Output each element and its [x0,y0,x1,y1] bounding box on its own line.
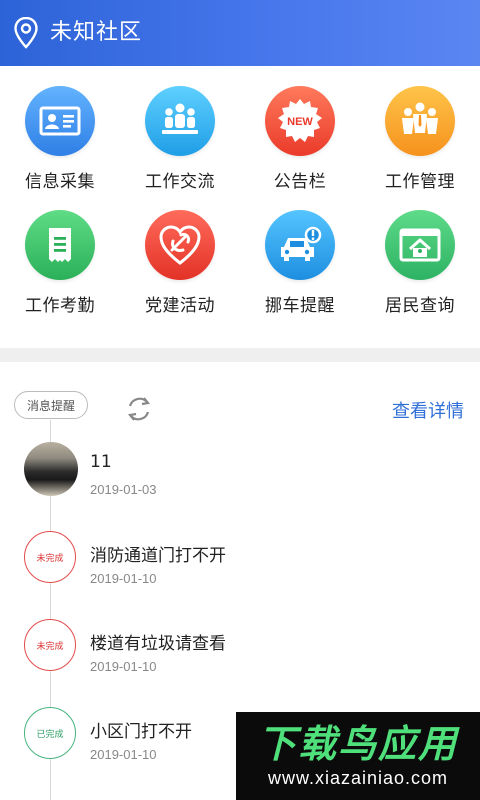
watermark-url: www.xiazainiao.com [267,768,449,788]
location-pin-icon[interactable] [14,17,38,49]
status-stamp: 已完成 [24,707,76,759]
watermark-brand: 下载鸟应用 [257,722,458,766]
message-title: 11 [90,452,112,472]
grid-item-label: 工作交流 [145,172,215,192]
party-emblem-icon [145,210,215,280]
message-thumbnail [24,442,78,496]
app-header: 未知社区 [0,0,480,66]
grid-item-label: 工作考勤 [25,296,95,316]
grid-item-bulletin-board[interactable]: NEW 公告栏 [240,86,360,206]
id-card-icon [25,86,95,156]
message-item[interactable]: 未完成 消防通道门打不开 2019-01-10 [0,531,480,611]
team-manage-icon [385,86,455,156]
grid-item-resident-query[interactable]: 居民查询 [360,210,480,330]
message-item[interactable]: 11 2019-01-03 [0,442,480,522]
message-date: 2019-01-10 [90,659,157,674]
grid-item-label: 挪车提醒 [265,296,335,316]
message-title: 消防通道门打不开 [90,546,226,566]
car-alert-icon [265,210,335,280]
house-window-icon [385,210,455,280]
refresh-icon[interactable] [124,394,154,424]
message-reminder-tag: 消息提醒 [14,391,88,419]
svg-text:NEW: NEW [287,116,313,128]
grid-item-label: 信息采集 [25,172,95,192]
message-date: 2019-01-10 [90,571,157,586]
people-group-icon [145,86,215,156]
grid-item-party-activity[interactable]: 党建活动 [120,210,240,330]
grid-item-move-car-reminder[interactable]: 挪车提醒 [240,210,360,330]
message-date: 2019-01-03 [90,482,157,497]
grid-item-work-exchange[interactable]: 工作交流 [120,86,240,206]
community-title[interactable]: 未知社区 [50,18,142,48]
message-title: 楼道有垃圾请查看 [90,634,226,654]
function-grid: 信息采集 工作交流 NEW 公告栏 工作管理 工作考勤 党建活动 挪车提醒 居民… [0,86,480,326]
new-badge-icon: NEW [265,86,335,156]
document-list-icon [25,210,95,280]
status-stamp: 未完成 [24,619,76,671]
message-item[interactable]: 未完成 楼道有垃圾请查看 2019-01-10 [0,619,480,699]
section-divider [0,348,480,362]
grid-item-attendance[interactable]: 工作考勤 [0,210,120,330]
message-title: 小区门打不开 [90,722,192,742]
site-watermark: 下载鸟应用 www.xiazainiao.com [236,712,480,800]
grid-item-info-collection[interactable]: 信息采集 [0,86,120,206]
view-details-link[interactable]: 查看详情 [392,397,464,423]
status-stamp: 未完成 [24,531,76,583]
grid-item-work-management[interactable]: 工作管理 [360,86,480,206]
message-date: 2019-01-10 [90,747,157,762]
grid-item-label: 居民查询 [385,296,455,316]
grid-item-label: 公告栏 [273,172,327,192]
grid-item-label: 工作管理 [385,172,455,192]
grid-item-label: 党建活动 [145,296,215,316]
